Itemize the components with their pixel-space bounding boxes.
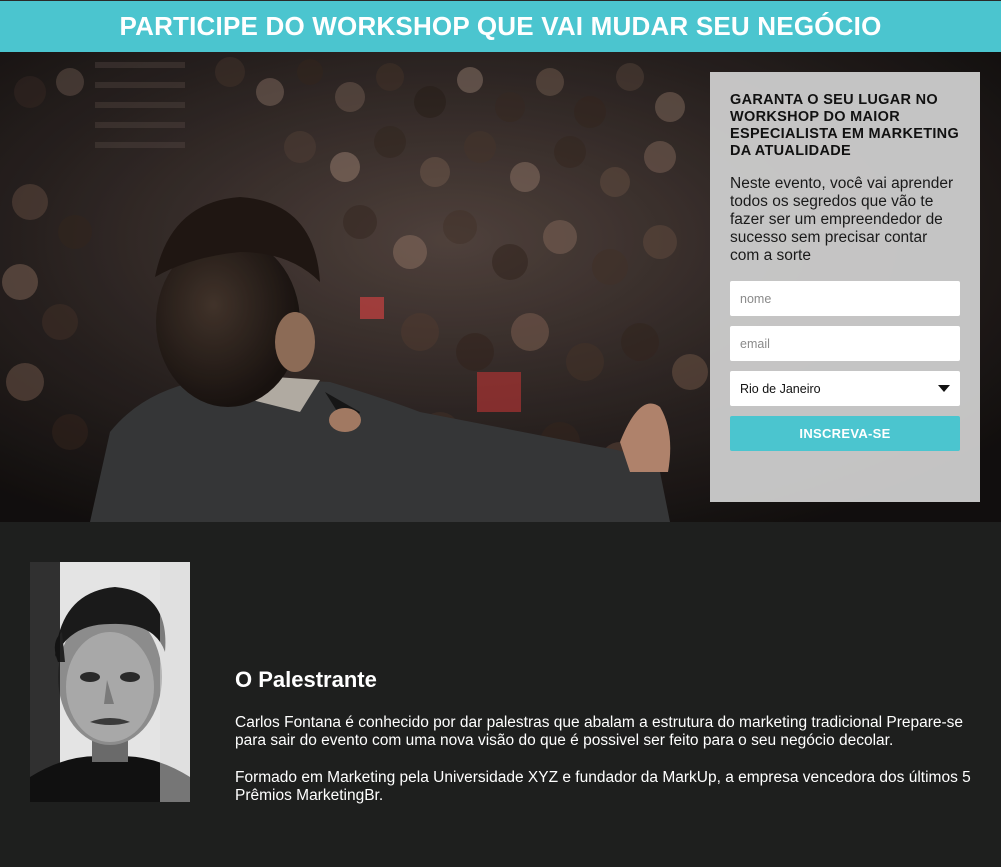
subscribe-button[interactable]: INSCREVA-SE bbox=[730, 416, 960, 451]
form-heading: GARANTA O SEU LUGAR NO WORKSHOP DO MAIOR… bbox=[730, 92, 960, 159]
speaker-bio-paragraph-2: Formado em Marketing pela Universidade X… bbox=[235, 769, 971, 804]
top-banner: PARTICIPE DO WORKSHOP QUE VAI MUDAR SEU … bbox=[0, 0, 1001, 52]
city-selected-value: Rio de Janeiro bbox=[740, 381, 821, 396]
hero-section: GARANTA O SEU LUGAR NO WORKSHOP DO MAIOR… bbox=[0, 52, 1001, 522]
city-select[interactable]: Rio de Janeiro bbox=[730, 371, 960, 406]
page-title: PARTICIPE DO WORKSHOP QUE VAI MUDAR SEU … bbox=[119, 11, 882, 41]
signup-form-card: GARANTA O SEU LUGAR NO WORKSHOP DO MAIOR… bbox=[710, 72, 980, 502]
chevron-down-icon bbox=[938, 385, 950, 392]
name-placeholder: nome bbox=[740, 291, 772, 306]
form-description: Neste evento, você vai aprender todos os… bbox=[730, 175, 954, 264]
email-input[interactable]: email bbox=[730, 326, 960, 361]
speaker-portrait bbox=[30, 562, 190, 802]
speaker-section: O Palestrante Carlos Fontana é conhecido… bbox=[0, 522, 1001, 867]
speaker-section-title: O Palestrante bbox=[235, 667, 377, 692]
email-placeholder: email bbox=[740, 336, 770, 351]
name-input[interactable]: nome bbox=[730, 281, 960, 316]
speaker-bio-paragraph-1: Carlos Fontana é conhecido por dar pales… bbox=[235, 714, 964, 749]
